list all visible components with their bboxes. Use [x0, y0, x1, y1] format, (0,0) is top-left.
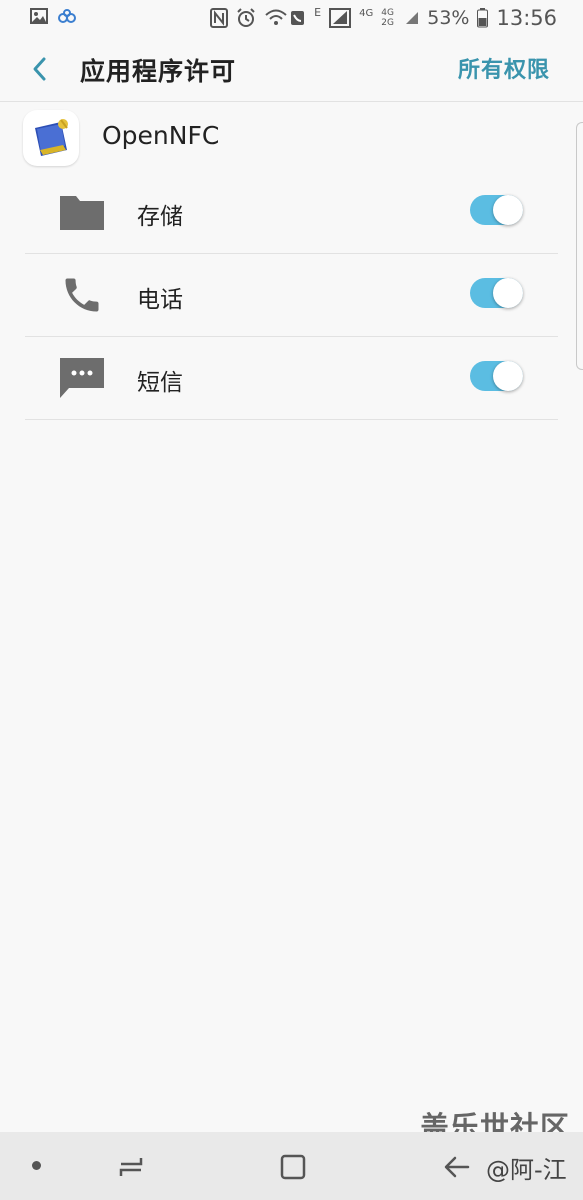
data-type-label: E: [314, 5, 322, 19]
permission-row-phone[interactable]: 电话: [25, 253, 558, 337]
app-bar: 应用程序许可 所有权限: [0, 36, 583, 102]
all-permissions-button[interactable]: 所有权限: [458, 52, 550, 84]
toggle-knob: [493, 361, 523, 391]
opennfc-app-icon: [23, 110, 79, 166]
folder-icon: [60, 190, 104, 234]
header-divider: [0, 101, 583, 102]
wifi-call-icon: [264, 8, 306, 28]
phone-toggle[interactable]: [470, 278, 523, 308]
app-name: OpenNFC: [102, 121, 220, 150]
back-chevron-icon: [26, 57, 56, 90]
phone-icon: [60, 273, 104, 317]
nfc-icon: [210, 8, 229, 28]
permission-row-sms[interactable]: 短信: [25, 336, 558, 420]
permission-label: 短信: [137, 370, 183, 396]
alarm-icon: [236, 8, 256, 28]
sms-toggle[interactable]: [470, 361, 523, 391]
home-icon[interactable]: [280, 1154, 306, 1180]
signal-icon: [329, 8, 352, 28]
status-left-icons: [30, 8, 76, 24]
recent-apps-icon[interactable]: [117, 1154, 145, 1180]
message-icon: [60, 356, 104, 400]
gallery-icon: [30, 8, 48, 24]
battery-percent: 53%: [427, 7, 470, 29]
back-button[interactable]: [26, 52, 56, 86]
app-notification-icon: [58, 9, 76, 23]
navigation-bar: @阿-江: [0, 1132, 583, 1200]
credit-text: @阿-江: [486, 1156, 567, 1184]
clock: 13:56: [496, 6, 557, 30]
back-arrow-icon[interactable]: [442, 1154, 472, 1180]
signal-2-label: 4G 2G: [381, 8, 394, 28]
edge-panel-handle[interactable]: [576, 122, 583, 370]
permission-row-storage[interactable]: 存储: [25, 170, 558, 254]
storage-toggle[interactable]: [470, 195, 523, 225]
signal-1-label: 4G: [359, 7, 374, 19]
permission-label: 电话: [137, 287, 183, 313]
toggle-knob: [493, 195, 523, 225]
signal-bars-icon: [405, 11, 419, 25]
dot-icon[interactable]: [32, 1161, 41, 1170]
page-title: 应用程序许可: [80, 57, 237, 86]
battery-icon: [477, 8, 489, 28]
status-bar: E 4G 4G 2G 53% 13:56: [0, 0, 583, 36]
permission-label: 存储: [137, 204, 183, 230]
toggle-knob: [493, 278, 523, 308]
status-right-icons: E 4G 4G 2G 53% 13:56: [210, 6, 557, 30]
